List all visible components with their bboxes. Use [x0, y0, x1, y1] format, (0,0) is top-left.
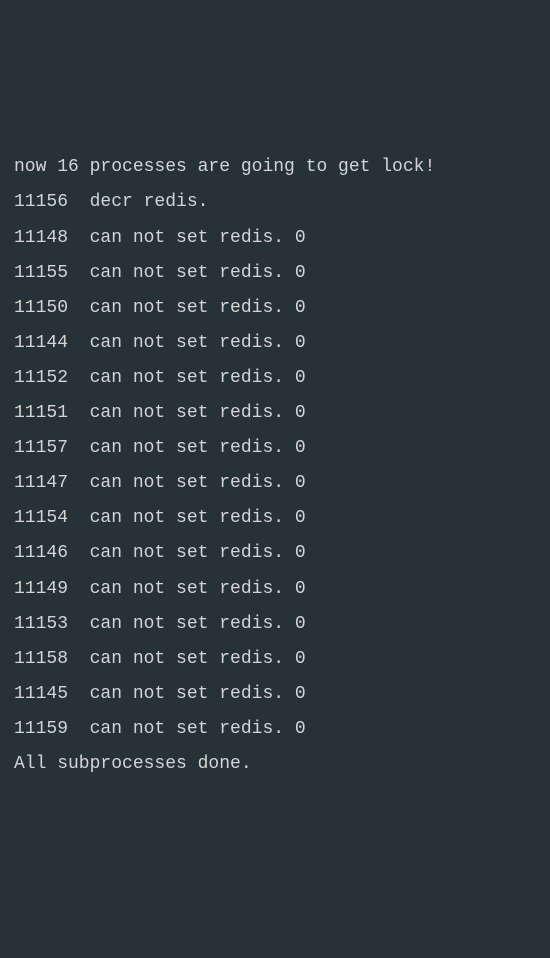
terminal-output-line: 11156 decr redis. [14, 185, 536, 220]
terminal-output-line: 11152 can not set redis. 0 [14, 361, 536, 396]
terminal-output-line: 11146 can not set redis. 0 [14, 536, 536, 571]
terminal-output-line: 11147 can not set redis. 0 [14, 466, 536, 501]
terminal-output-line: All subprocesses done. [14, 747, 536, 782]
terminal-output-line: 11145 can not set redis. 0 [14, 677, 536, 712]
terminal-output-line: 11149 can not set redis. 0 [14, 572, 536, 607]
terminal-output-line: 11148 can not set redis. 0 [14, 221, 536, 256]
terminal-output-line: 11158 can not set redis. 0 [14, 642, 536, 677]
terminal-output-line: 11144 can not set redis. 0 [14, 326, 536, 361]
terminal-output-line: 11159 can not set redis. 0 [14, 712, 536, 747]
terminal-output-line: 11151 can not set redis. 0 [14, 396, 536, 431]
terminal-output-line: 11157 can not set redis. 0 [14, 431, 536, 466]
terminal-output-line: 11155 can not set redis. 0 [14, 256, 536, 291]
terminal-output-line: 11150 can not set redis. 0 [14, 291, 536, 326]
terminal-output-line: 11153 can not set redis. 0 [14, 607, 536, 642]
terminal-output-line: now 16 processes are going to get lock! [14, 150, 536, 185]
terminal-output-line: 11154 can not set redis. 0 [14, 501, 536, 536]
